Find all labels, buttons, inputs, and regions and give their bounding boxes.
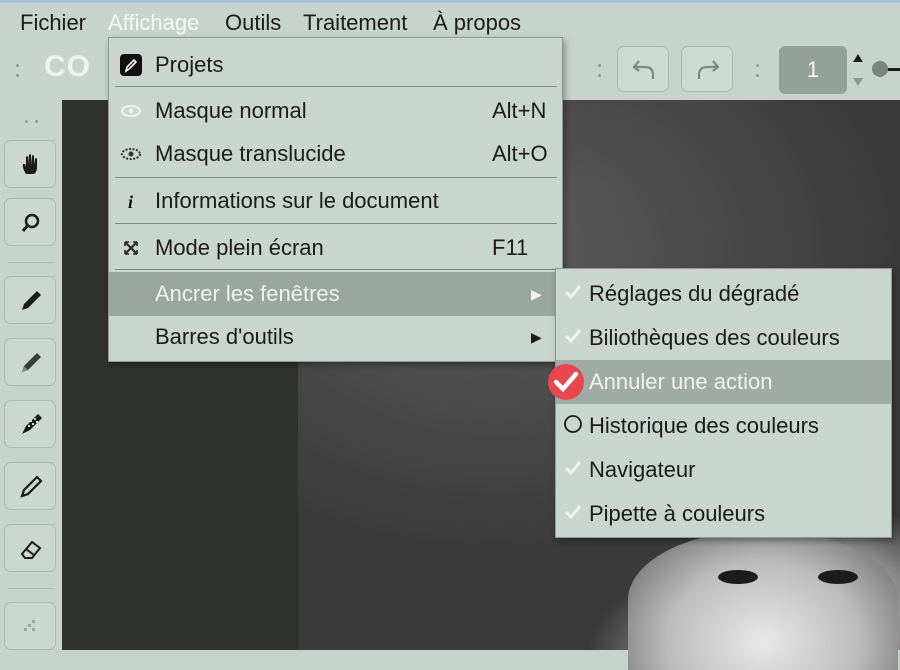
menu-item-ancrer-fenetres[interactable]: Ancrer les fenêtres ▶ xyxy=(109,272,562,316)
tools-separator xyxy=(8,262,54,263)
submenu-arrow-icon: ▶ xyxy=(531,286,542,302)
portrait-eye xyxy=(718,570,758,584)
pen-tool-button[interactable] xyxy=(4,462,56,510)
undo-icon xyxy=(632,60,655,79)
dock-item-pipette-couleurs[interactable]: Pipette à couleurs xyxy=(556,492,891,536)
page-number-field[interactable]: 1 xyxy=(779,46,847,94)
hand-tool-button[interactable] xyxy=(4,140,56,188)
eye-icon xyxy=(121,105,141,117)
dock-item-bibliotheques-couleurs[interactable]: Biliothèques des couleurs xyxy=(556,316,891,360)
submenu-arrow-icon: ▶ xyxy=(531,329,542,345)
menu-affichage[interactable]: Affichage xyxy=(108,9,199,37)
menu-divider xyxy=(115,86,557,87)
menu-outils[interactable]: Outils xyxy=(225,9,281,37)
dock-item-reglages-degrade[interactable]: Réglages du dégradé xyxy=(556,272,891,316)
menu-item-masque-normal[interactable]: Masque normal Alt+N xyxy=(109,90,562,132)
dock-item-historique-couleurs[interactable]: Historique des couleurs xyxy=(556,404,891,448)
tools-panel xyxy=(0,100,62,650)
fullscreen-icon xyxy=(124,241,138,255)
app-logo: CO xyxy=(44,50,91,83)
menu-item-informations[interactable]: i Informations sur le document xyxy=(109,180,562,222)
magnifier-icon xyxy=(21,213,40,232)
toolbar-grip[interactable] xyxy=(752,56,762,86)
menu-item-barres-outils[interactable]: Barres d'outils ▶ xyxy=(109,316,562,358)
affichage-dropdown: Projets Masque normal Alt+N Masque trans… xyxy=(108,37,563,362)
project-pen-icon xyxy=(120,54,142,76)
check-circle-icon xyxy=(548,364,584,400)
eraser-tool-button[interactable] xyxy=(4,524,56,572)
dots-icon xyxy=(24,620,35,631)
menu-bar: Fichier Affichage Outils Traitement À pr… xyxy=(0,0,900,42)
menu-divider xyxy=(115,269,557,270)
svg-text:i: i xyxy=(128,192,133,212)
dock-item-annuler-action[interactable]: Annuler une action xyxy=(548,360,891,404)
eraser-icon xyxy=(20,540,42,559)
ancrer-fenetres-submenu: Réglages du dégradé Biliothèques des cou… xyxy=(548,268,892,538)
pencil-icon xyxy=(22,291,41,310)
undo-button[interactable] xyxy=(617,46,669,92)
page-spinner-icon[interactable] xyxy=(850,48,866,92)
check-icon xyxy=(564,505,582,520)
zoom-tool-button[interactable] xyxy=(4,198,56,246)
brush-icon xyxy=(22,353,41,372)
check-icon xyxy=(564,329,582,344)
menu-a-propos[interactable]: À propos xyxy=(433,9,521,37)
info-icon: i xyxy=(128,192,133,212)
zoom-slider-knob[interactable] xyxy=(872,61,888,77)
pencil-tool-button[interactable] xyxy=(4,276,56,324)
tools-separator xyxy=(8,588,54,589)
extra-tool-button[interactable] xyxy=(4,602,56,650)
menu-item-projets[interactable]: Projets xyxy=(109,44,562,86)
check-icon xyxy=(564,285,582,300)
brush-tool-button[interactable] xyxy=(4,338,56,386)
unchecked-circle-icon xyxy=(564,415,582,433)
translucent-eye-icon xyxy=(121,148,141,160)
toolbar-grip[interactable] xyxy=(594,56,604,86)
toolbar-grip[interactable] xyxy=(12,56,22,86)
portrait-eye xyxy=(818,570,858,584)
menu-fichier[interactable]: Fichier xyxy=(20,9,86,37)
tools-grip[interactable] xyxy=(16,116,46,126)
spray-tool-button[interactable] xyxy=(4,400,56,448)
menu-item-plein-ecran[interactable]: Mode plein écran F11 xyxy=(109,227,562,269)
portrait-face xyxy=(628,530,898,670)
spray-icon xyxy=(22,414,42,434)
redo-icon xyxy=(697,60,720,79)
redo-button[interactable] xyxy=(681,46,733,92)
dock-item-navigateur[interactable]: Navigateur xyxy=(556,448,891,492)
menu-divider xyxy=(115,223,557,224)
menu-traitement[interactable]: Traitement xyxy=(303,9,407,37)
menu-item-masque-translucide[interactable]: Masque translucide Alt+O xyxy=(109,133,562,175)
check-icon xyxy=(564,461,582,476)
hand-icon xyxy=(22,154,37,174)
menu-divider xyxy=(115,177,557,178)
pen-outline-icon xyxy=(20,475,43,498)
